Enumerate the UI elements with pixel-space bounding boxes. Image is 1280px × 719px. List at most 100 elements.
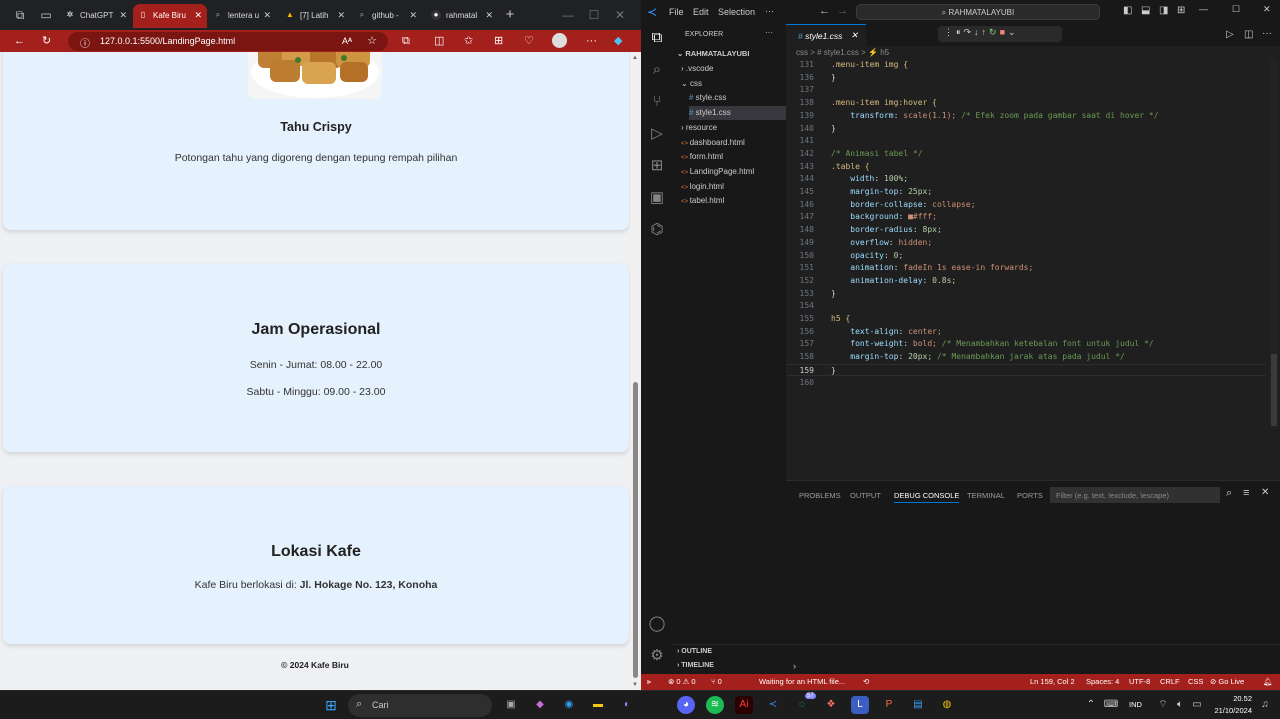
toggle-panel-icon[interactable]: ⬓: [1141, 5, 1150, 16]
code-line[interactable]: 139 transform: scale(1.1); /* Efek zoom …: [786, 110, 1266, 123]
code-line[interactable]: 149 overflow: hidden;: [786, 237, 1266, 250]
account-icon[interactable]: ◯: [647, 614, 667, 634]
toggle-secondary-sidebar-icon[interactable]: ◨: [1159, 5, 1168, 16]
remote-icon[interactable]: ⫸: [647, 677, 651, 687]
tab-output[interactable]: OUTPUT: [850, 491, 881, 500]
vscode-icon[interactable]: ≺: [764, 696, 782, 714]
tab-actions-icon[interactable]: ▭: [38, 7, 54, 23]
menu-more[interactable]: ···: [765, 6, 774, 16]
profile-avatar[interactable]: [552, 33, 567, 48]
code-line[interactable]: 157 font-weight: bold; /* Menambahkan ke…: [786, 338, 1266, 351]
battery-icon[interactable]: ▭: [1188, 696, 1206, 714]
go-live-button[interactable]: ⊘ Go Live: [1210, 677, 1244, 686]
start-icon[interactable]: ⊞: [322, 696, 340, 714]
tab-terminal[interactable]: TERMINAL: [967, 491, 1005, 500]
file-explorer-icon[interactable]: ▬: [589, 696, 607, 714]
performance-icon[interactable]: ♡: [524, 34, 534, 48]
maximize-icon[interactable]: ☐: [1232, 4, 1240, 15]
chrome-icon[interactable]: ◍: [938, 696, 956, 714]
task-view-icon[interactable]: ▣: [502, 696, 520, 714]
clock-date[interactable]: 21/10/2024: [1208, 706, 1252, 715]
minimize-icon[interactable]: —: [1199, 4, 1208, 14]
debug-toolbar[interactable]: ⋮⏸↷↓↑↻■⌄: [938, 26, 1062, 42]
tab-debug-console[interactable]: DEBUG CONSOLE: [894, 491, 960, 503]
status-cursor-position[interactable]: Ln 159, Col 2: [1030, 677, 1075, 686]
remote-explorer-icon[interactable]: ▣: [647, 188, 667, 208]
new-tab-icon[interactable]: +: [502, 7, 518, 23]
tab-lentera[interactable]: ⌕ lentera u ✕: [208, 4, 276, 28]
code-line[interactable]: 150 opacity: 0;: [786, 250, 1266, 263]
tree-item[interactable]: <> form.html: [681, 150, 786, 164]
search-icon[interactable]: ⌕: [647, 60, 667, 80]
tab-chatgpt[interactable]: ✲ ChatGPT ✕: [60, 4, 132, 28]
game-icon[interactable]: ◐: [618, 696, 636, 714]
code-lines[interactable]: 131 .menu-item img {136} 137 138 .menu-item …: [786, 59, 1266, 389]
clock-time[interactable]: 20.52: [1212, 694, 1252, 703]
split-editor-icon[interactable]: ◫: [1244, 29, 1253, 40]
back-icon[interactable]: ←: [14, 34, 25, 48]
powerpoint-icon[interactable]: P: [880, 696, 898, 714]
python-icon[interactable]: ⌬: [647, 220, 667, 240]
extensions-icon[interactable]: ⧉: [402, 34, 410, 48]
code-line[interactable]: 147 background: ■#fff;: [786, 211, 1266, 224]
close-icon[interactable]: ✕: [263, 10, 271, 21]
figma-icon[interactable]: ❖: [822, 696, 840, 714]
back-icon[interactable]: ←: [819, 5, 830, 17]
tree-item[interactable]: <> tabel.html: [681, 194, 786, 208]
tree-item[interactable]: # style1.css: [689, 106, 786, 121]
collections-icon[interactable]: ⊞: [494, 34, 503, 48]
copilot-icon[interactable]: ◆: [614, 34, 622, 48]
app-l-icon[interactable]: L: [851, 696, 869, 714]
workspaces-icon[interactable]: ⧉: [12, 7, 28, 23]
customize-layout-icon[interactable]: ⊞: [1177, 5, 1185, 16]
page-scrollbar[interactable]: ▲ ▼: [630, 52, 641, 690]
tree-item[interactable]: › resource: [681, 121, 786, 135]
edge-icon[interactable]: ◉: [560, 696, 578, 714]
code-line[interactable]: 158 margin-top: 20px; /* Menambahkan jar…: [786, 351, 1266, 364]
code-line[interactable]: 138 .menu-item img:hover {: [786, 97, 1266, 110]
code-line[interactable]: 156 text-align: center;: [786, 326, 1266, 339]
tab-github-search[interactable]: ⌕ github - ✕: [352, 4, 422, 28]
close-window-icon[interactable]: ✕: [1263, 4, 1271, 15]
minimize-icon[interactable]: —: [560, 7, 576, 23]
close-icon[interactable]: ✕: [409, 10, 417, 21]
status-ports[interactable]: ⑂ 0: [711, 677, 722, 686]
timeline-header[interactable]: › TIMELINE: [677, 662, 714, 669]
spotify-icon[interactable]: ≋: [706, 696, 724, 714]
code-line[interactable]: 144 width: 100%;: [786, 173, 1266, 186]
source-control-icon[interactable]: ⑂: [647, 92, 667, 112]
extensions-icon[interactable]: ⊞: [647, 156, 667, 176]
tab-github-repo[interactable]: ● rahmatal ✕: [426, 4, 498, 28]
outline-header[interactable]: › OUTLINE: [677, 648, 712, 655]
close-icon[interactable]: ✕: [119, 10, 127, 21]
menu-file[interactable]: File: [669, 7, 684, 17]
chevron-up-icon[interactable]: ⌃: [1082, 696, 1100, 714]
settings-gear-icon[interactable]: ⚙: [647, 646, 667, 666]
close-window-icon[interactable]: ✕: [612, 7, 628, 23]
favorite-star-icon[interactable]: ☆: [367, 34, 377, 48]
explorer-icon[interactable]: ⧉: [647, 28, 667, 48]
tree-item[interactable]: › .vscode: [681, 62, 786, 76]
code-line[interactable]: 145 margin-top: 25px;: [786, 186, 1266, 199]
code-line[interactable]: 146 border-collapse: collapse;: [786, 199, 1266, 212]
command-center-search[interactable]: ⌕ RAHMATALAYUBI: [856, 4, 1100, 20]
volume-icon[interactable]: 🔈︎: [1171, 696, 1189, 714]
code-line[interactable]: 143 .table {: [786, 161, 1266, 174]
workspace-root[interactable]: ⌄ RAHMATALAYUBI: [677, 47, 749, 61]
site-info-icon[interactable]: ⓘ: [80, 35, 90, 50]
tree-item[interactable]: <> LandingPage.html: [681, 165, 786, 179]
tree-item[interactable]: <> login.html: [681, 180, 786, 194]
forward-icon[interactable]: →: [837, 5, 848, 17]
close-panel-icon[interactable]: ✕: [1261, 487, 1269, 498]
panel-chevron-icon[interactable]: ›: [793, 661, 796, 671]
close-icon[interactable]: ✕: [194, 10, 202, 21]
tree-item[interactable]: # style.css: [689, 91, 786, 105]
favorites-icon[interactable]: ✩: [464, 34, 473, 48]
read-aloud-icon[interactable]: Aᴬ: [342, 34, 352, 48]
code-line[interactable]: 148 border-radius: 8px;: [786, 224, 1266, 237]
close-icon[interactable]: ✕: [485, 10, 493, 21]
illustrator-icon[interactable]: Ai: [735, 696, 753, 714]
close-icon[interactable]: ✕: [337, 10, 345, 21]
code-line[interactable]: 131 .menu-item img {: [786, 59, 1266, 72]
scroll-down-icon[interactable]: ▼: [632, 682, 638, 688]
